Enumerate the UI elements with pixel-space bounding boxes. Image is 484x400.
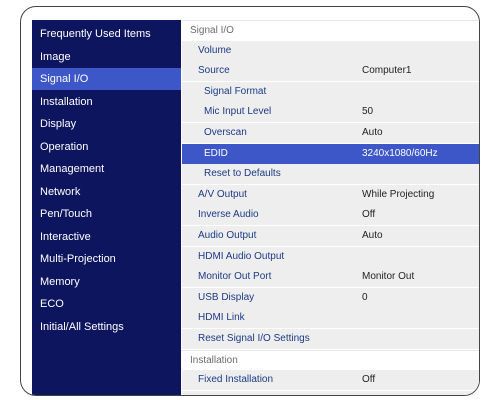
menu-row[interactable]: Audio Output Auto: [182, 226, 479, 246]
row-label: Audio Output: [198, 230, 257, 241]
menu-row[interactable]: Source Computer1: [182, 61, 479, 82]
row-label: HDMI Link: [198, 312, 245, 324]
menu-row[interactable]: Volume: [182, 40, 479, 61]
row-label: Installation: [190, 354, 238, 366]
menu-row[interactable]: Reset Signal I/O Settings: [182, 329, 479, 349]
sidebar-item-multi-projection[interactable]: Multi-Projection: [32, 248, 181, 270]
sidebar-item-frequently-used-items[interactable]: Frequently Used Items: [32, 23, 181, 45]
menu-row[interactable]: [182, 390, 479, 395]
menu-row[interactable]: Reset to Defaults: [182, 164, 479, 185]
menu-row[interactable]: Inverse Audio Off: [182, 205, 479, 226]
sidebar-item-installation[interactable]: Installation: [32, 91, 181, 113]
row-label: USB Display: [198, 291, 255, 303]
sidebar-item-display[interactable]: Display: [32, 113, 181, 135]
menu-row[interactable]: EDID 3240x1080/60Hz: [182, 143, 479, 164]
menu-row[interactable]: Overscan Auto: [182, 123, 479, 143]
row-label: Mic Input Level: [204, 106, 272, 118]
row-value: Off: [362, 209, 376, 221]
sidebar: Frequently Used Items Image Signal I/O Inst…: [32, 20, 181, 395]
projector-menu-window: Frequently Used Items Image Signal I/O Inst…: [20, 6, 480, 396]
menu-row[interactable]: HDMI Audio Output: [182, 246, 479, 267]
row-value: Monitor Out: [362, 271, 415, 283]
sidebar-item-image[interactable]: Image: [32, 46, 181, 68]
sidebar-item-pen-touch[interactable]: Pen/Touch: [32, 203, 181, 225]
row-label: HDMI Audio Output: [198, 250, 285, 262]
sidebar-item-interactive[interactable]: Interactive: [32, 226, 181, 248]
row-label: Volume: [198, 44, 232, 56]
row-label: Inverse Audio: [198, 209, 259, 221]
row-label: Overscan: [204, 127, 247, 138]
sidebar-item-memory[interactable]: Memory: [32, 271, 181, 293]
section-header: Installation: [182, 349, 479, 370]
menu-row[interactable]: Fixed Installation Off: [182, 370, 479, 391]
sidebar-item-initial-all-settings[interactable]: Initial/All Settings: [32, 316, 181, 338]
sidebar-item-operation[interactable]: Operation: [32, 136, 181, 158]
row-label: Signal I/O: [190, 25, 234, 36]
row-value: While Projecting: [362, 188, 435, 200]
sidebar-item-management[interactable]: Management: [32, 158, 181, 180]
menu-row[interactable]: Monitor Out Port Monitor Out: [182, 267, 479, 288]
row-value: Auto: [362, 127, 383, 138]
row-label: Fixed Installation: [198, 374, 274, 386]
row-value: Computer1: [362, 65, 412, 77]
row-value: 0: [362, 291, 368, 303]
row-value: Auto: [362, 230, 383, 241]
row-label: EDID: [204, 147, 228, 159]
section-header: Signal I/O: [182, 20, 479, 40]
sidebar-item-eco[interactable]: ECO: [32, 293, 181, 315]
menu-row[interactable]: A/V Output While Projecting: [182, 184, 479, 205]
settings-panel: Signal I/O Volume Source Computer1 Signal Fo…: [182, 20, 479, 395]
menu-row[interactable]: HDMI Link: [182, 308, 479, 329]
row-label: Monitor Out Port: [198, 271, 272, 283]
row-label: Reset to Defaults: [204, 168, 281, 180]
row-label: Signal Format: [204, 85, 267, 97]
sidebar-item-network[interactable]: Network: [32, 181, 181, 203]
row-value: Off: [362, 374, 376, 386]
row-value: 3240x1080/60Hz: [362, 147, 438, 159]
menu-row[interactable]: Signal Format: [182, 81, 479, 102]
sidebar-item-signal-i-o[interactable]: Signal I/O: [32, 68, 181, 90]
menu-row[interactable]: USB Display 0: [182, 287, 479, 308]
row-label: Reset Signal I/O Settings: [198, 333, 310, 344]
row-value: 50: [362, 106, 374, 118]
menu-row[interactable]: Mic Input Level 50: [182, 102, 479, 123]
row-label: A/V Output: [198, 188, 247, 200]
row-label: Source: [198, 65, 230, 77]
